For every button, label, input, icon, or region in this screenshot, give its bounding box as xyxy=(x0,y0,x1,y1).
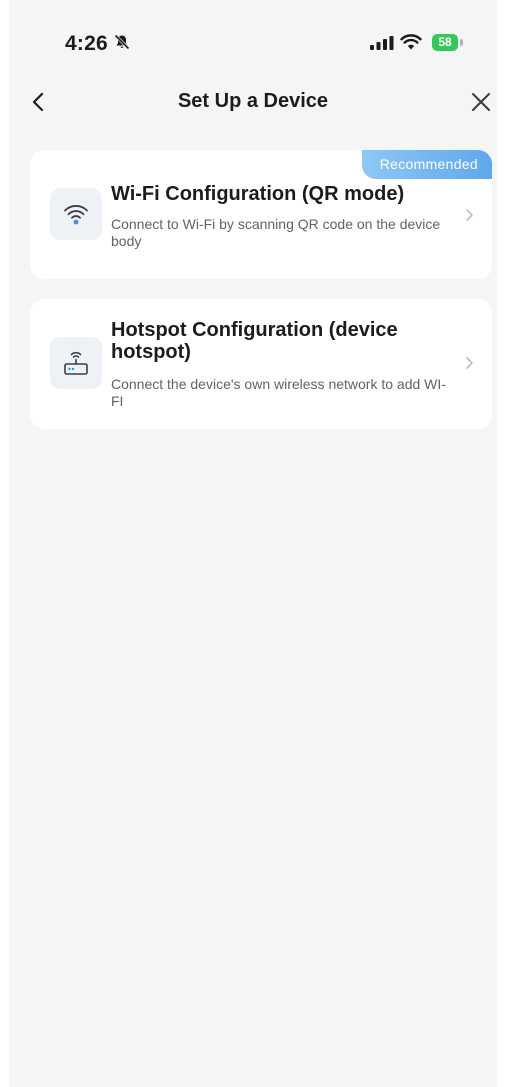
close-button[interactable] xyxy=(470,91,492,113)
status-time: 4:26 xyxy=(65,32,108,55)
battery-indicator: 58 xyxy=(432,34,464,51)
router-icon-box xyxy=(50,337,102,389)
app-screen: 4:26 58 Set Up a Device Recommended Wi-F… xyxy=(9,0,497,1087)
option-wifi-qr-config[interactable]: Recommended Wi-Fi Configuration (QR mode… xyxy=(30,150,492,279)
status-bar: 4:26 58 xyxy=(9,0,497,55)
option-hotspot-config[interactable]: Hotspot Configuration (device hotspot) C… xyxy=(30,299,492,429)
battery-cap xyxy=(460,39,463,46)
wifi-icon-box xyxy=(50,188,102,240)
chevron-right-icon xyxy=(466,357,473,369)
chevron-right-icon xyxy=(466,209,473,221)
option-title: Wi-Fi Configuration (QR mode) xyxy=(111,183,405,205)
option-description: Connect the device's own wireless networ… xyxy=(111,376,446,409)
wifi-icon xyxy=(64,205,88,225)
bell-muted-icon xyxy=(114,34,130,50)
option-title: Hotspot Configuration (device hotspot) xyxy=(111,319,398,363)
option-description: Connect to Wi-Fi by scanning QR code on … xyxy=(111,216,441,249)
recommended-badge: Recommended xyxy=(361,150,492,179)
page-title: Set Up a Device xyxy=(177,90,329,112)
router-icon xyxy=(64,351,88,375)
battery-level: 58 xyxy=(432,34,458,51)
navigation-bar: Set Up a Device xyxy=(9,80,497,124)
cellular-signal-icon xyxy=(370,36,394,50)
wifi-status-icon xyxy=(400,34,422,50)
